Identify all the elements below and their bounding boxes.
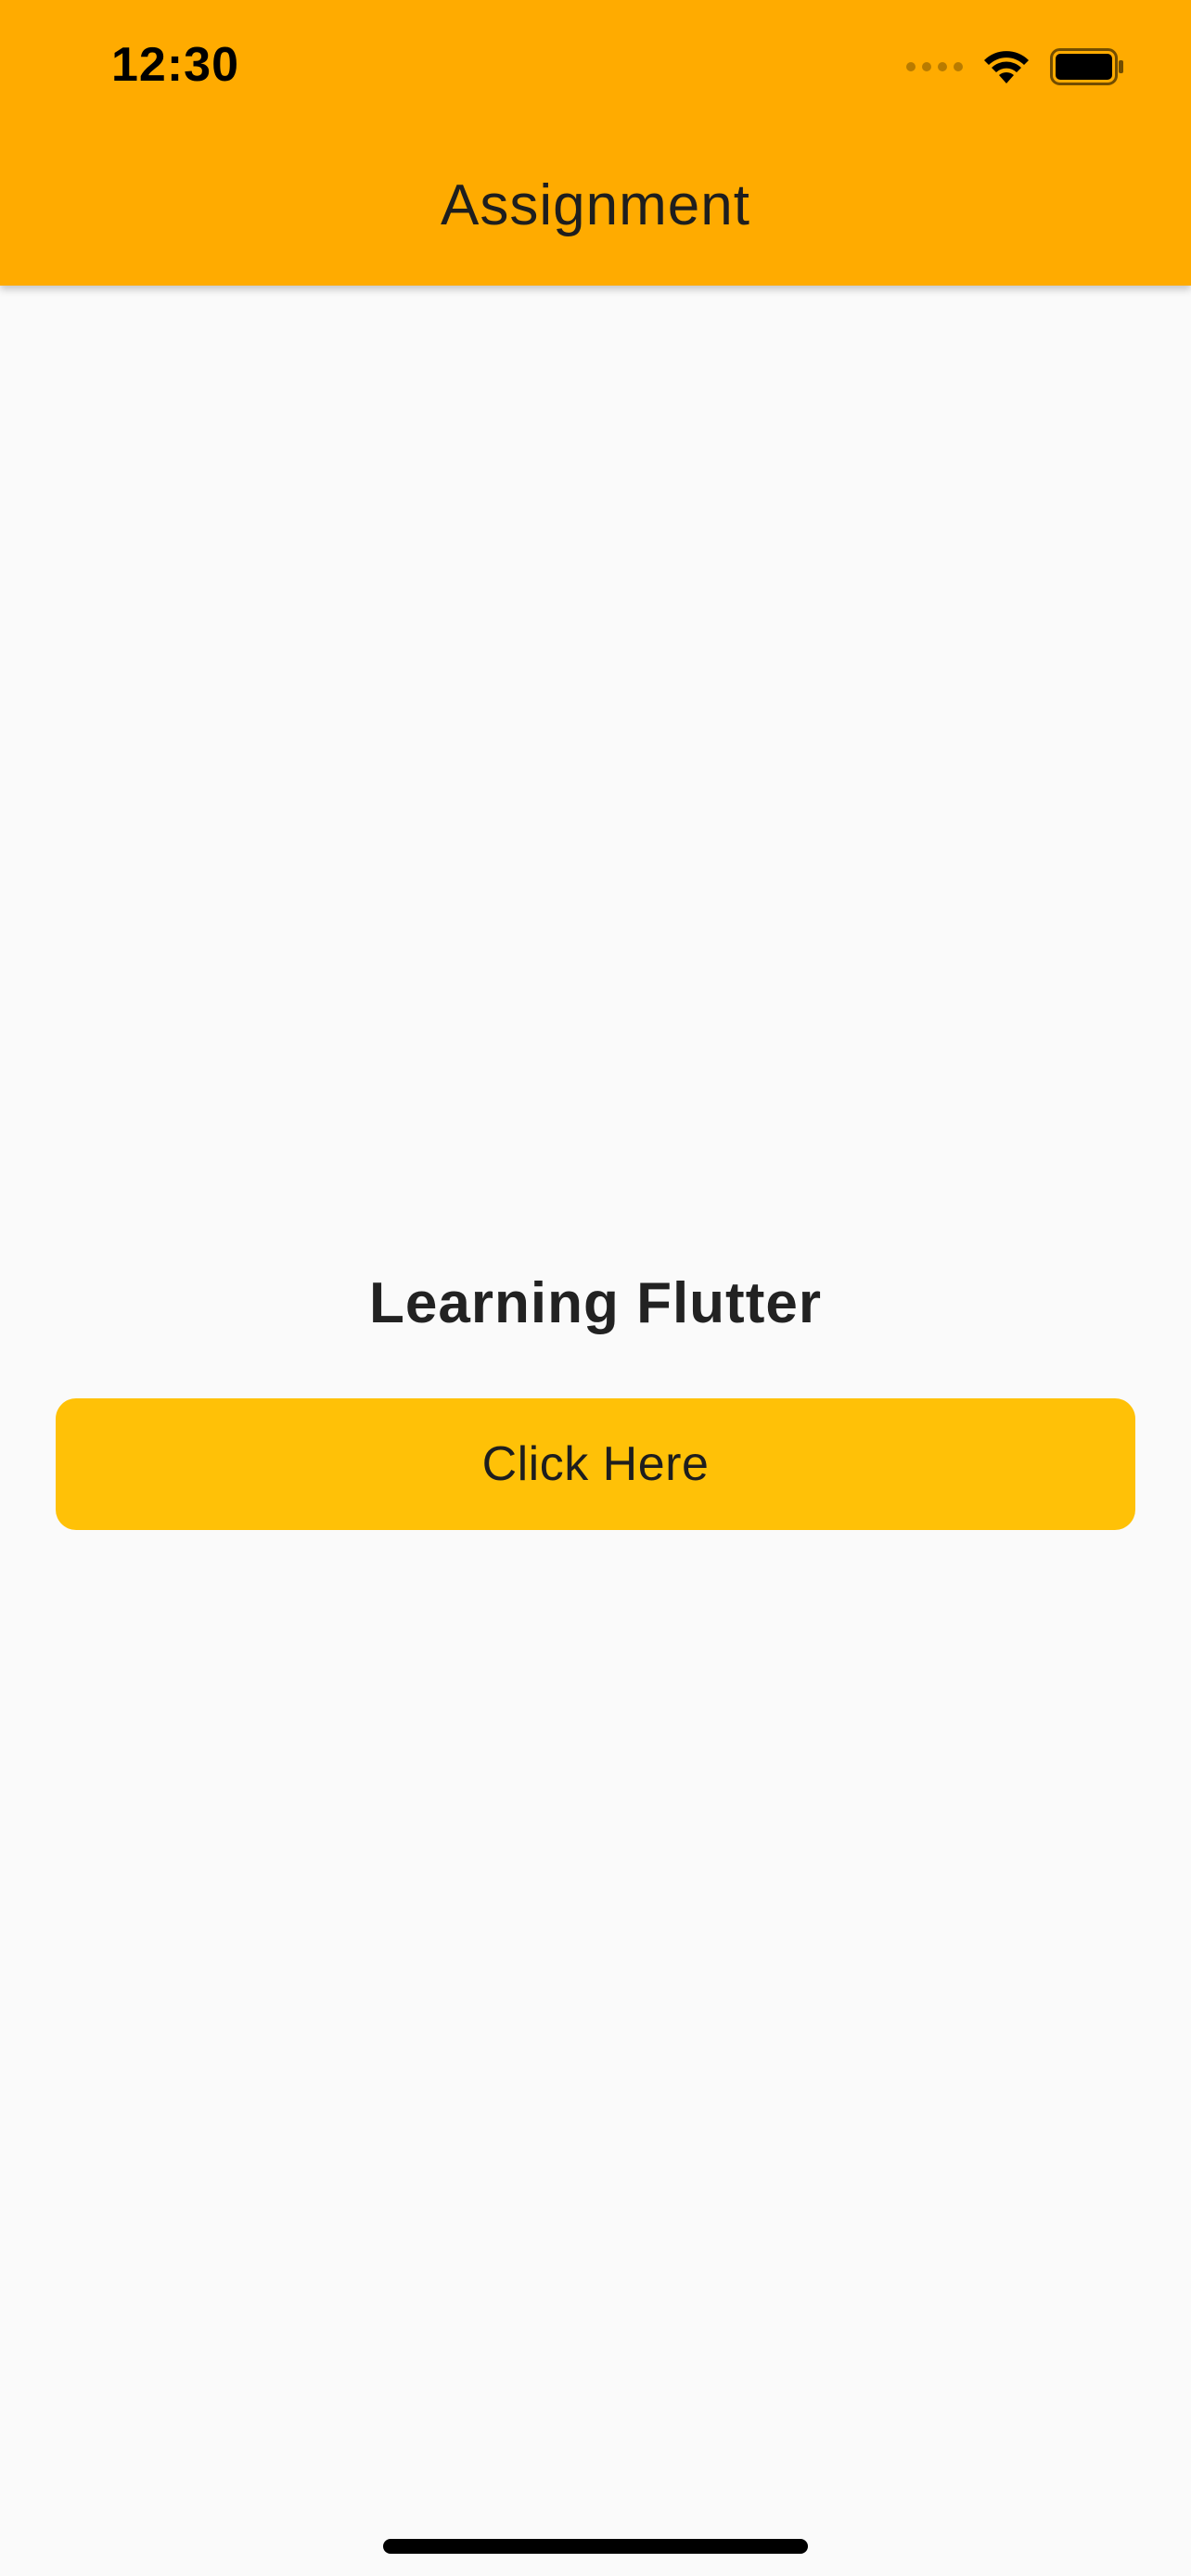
battery-icon [1050,48,1123,85]
status-icons [906,43,1124,91]
status-time: 12:30 [111,38,239,92]
app-bar: 12:30 Assignment [0,0,1191,286]
wifi-icon [984,51,1029,83]
app-title: Assignment [441,173,750,237]
click-here-button[interactable]: Click Here [56,1398,1135,1530]
headline-text: Learning Flutter [369,1271,822,1335]
signal-icon [906,62,963,71]
home-indicator[interactable] [383,2539,808,2554]
